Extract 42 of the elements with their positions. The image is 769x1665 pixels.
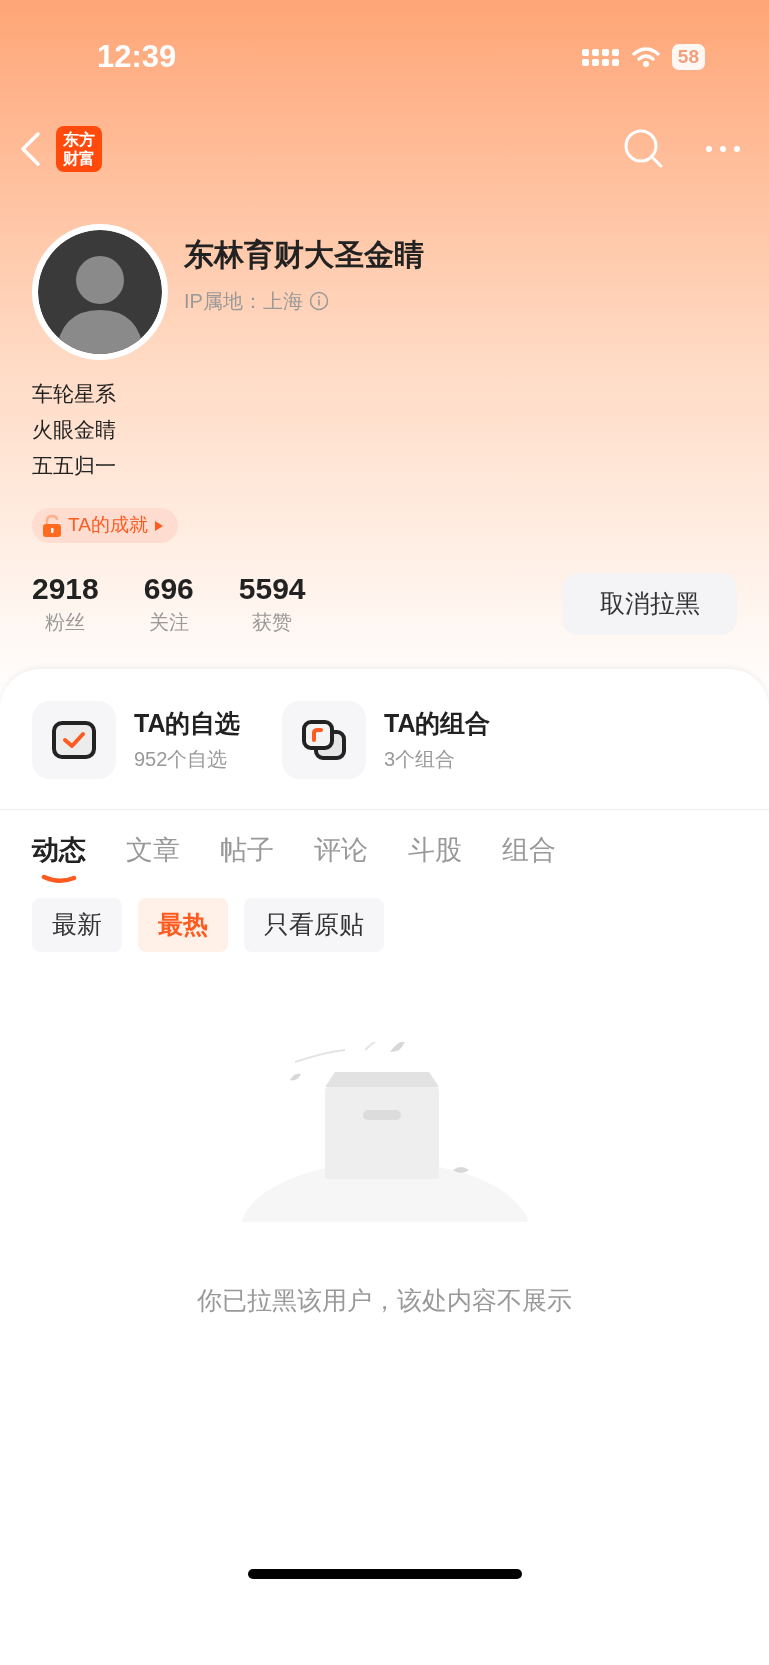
shortcut-subtitle: 952个自选 bbox=[134, 747, 229, 772]
empty-message: 你已拉黑该用户，该处内容不展示 bbox=[196, 1285, 573, 1316]
bio-line: 五五归一 bbox=[32, 453, 117, 479]
search-icon[interactable] bbox=[623, 128, 665, 170]
tab[interactable]: 斗股 bbox=[408, 832, 462, 868]
tab[interactable]: 帖子 bbox=[220, 832, 274, 868]
play-icon bbox=[153, 519, 164, 532]
status-time: 12:39 bbox=[97, 37, 177, 76]
checkbox-icon bbox=[51, 720, 97, 760]
tab-underline bbox=[41, 874, 77, 884]
filter-chip[interactable]: 最热 bbox=[138, 898, 228, 952]
back-icon[interactable] bbox=[18, 131, 42, 167]
stat-value: 696 bbox=[143, 571, 194, 607]
tab[interactable]: 评论 bbox=[314, 832, 368, 868]
unblock-button[interactable]: 取消拉黑 bbox=[562, 573, 737, 635]
shortcut-item[interactable]: TA的自选 952个自选 bbox=[32, 701, 262, 779]
shortcut-subtitle: 3个组合 bbox=[384, 747, 457, 772]
username: 东林育财大圣金睛 bbox=[184, 237, 424, 273]
wifi-icon bbox=[631, 46, 660, 68]
shortcut-item[interactable]: TA的组合 3个组合 bbox=[282, 701, 512, 779]
stat-value: 2918 bbox=[32, 571, 99, 607]
app-logo: 东方 财富 bbox=[56, 126, 102, 172]
stat-label: 获赞 bbox=[252, 610, 293, 635]
shortcut-title: TA的自选 bbox=[134, 708, 241, 739]
bio-line: 车轮星系 bbox=[32, 381, 117, 407]
tab[interactable]: 文章 bbox=[126, 832, 180, 868]
info-icon[interactable] bbox=[308, 291, 329, 311]
more-icon[interactable] bbox=[705, 145, 741, 153]
ip-location: IP属地：上海 bbox=[184, 289, 303, 314]
achievement-badge[interactable]: TA的成就 bbox=[32, 508, 178, 543]
tab[interactable]: 动态 bbox=[32, 832, 86, 868]
filter-chip[interactable]: 最新 bbox=[32, 898, 122, 952]
battery-indicator: 58 bbox=[671, 44, 705, 70]
tab[interactable]: 组合 bbox=[502, 832, 556, 868]
shortcut-title: TA的组合 bbox=[384, 708, 491, 739]
stat-label: 粉丝 bbox=[45, 610, 86, 635]
lock-icon bbox=[42, 513, 62, 538]
bio-line: 火眼金睛 bbox=[32, 417, 117, 443]
stat-value: 5594 bbox=[238, 571, 306, 607]
filter-chip[interactable]: 只看原贴 bbox=[244, 898, 384, 952]
overlapping-squares-icon bbox=[300, 718, 348, 762]
stat-label: 关注 bbox=[148, 610, 189, 635]
